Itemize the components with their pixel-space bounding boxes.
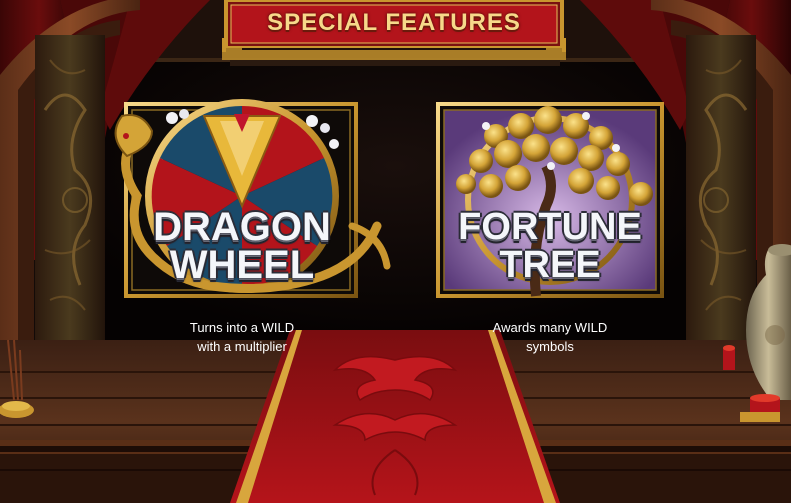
feature-title-dragon-wheel: DRAGON WHEEL [112,205,372,287]
game-scene: SPECIAL FEATURES DRAGON WHEEL Turns into… [0,0,791,503]
feature-desc-line2: with a multiplier [197,339,287,354]
feature-title-line1: DRAGON [153,205,331,249]
feature-card-fortune-tree: FORTUNE TREE Awards many WILD symbols [436,96,676,356]
feature-desc-line1: Awards many WILD [492,320,608,335]
page-title: SPECIAL FEATURES [267,9,521,36]
feature-desc-line2: symbols [526,339,574,354]
feature-title-fortune-tree: FORTUNE TREE [436,208,664,284]
title-plaque: SPECIAL FEATURES [222,0,566,60]
feature-title-line2: WHEEL [169,243,315,287]
feature-desc-line1: Turns into a WILD [189,320,295,335]
feature-card-dragon-wheel: DRAGON WHEEL Turns into a WILD with a mu… [112,96,402,356]
feature-title-line2: TREE [499,244,601,286]
feature-desc-fortune-tree: Awards many WILD symbols [436,318,664,356]
feature-desc-dragon-wheel: Turns into a WILD with a multiplier [112,318,372,356]
feature-title-line1: FORTUNE [458,206,642,248]
